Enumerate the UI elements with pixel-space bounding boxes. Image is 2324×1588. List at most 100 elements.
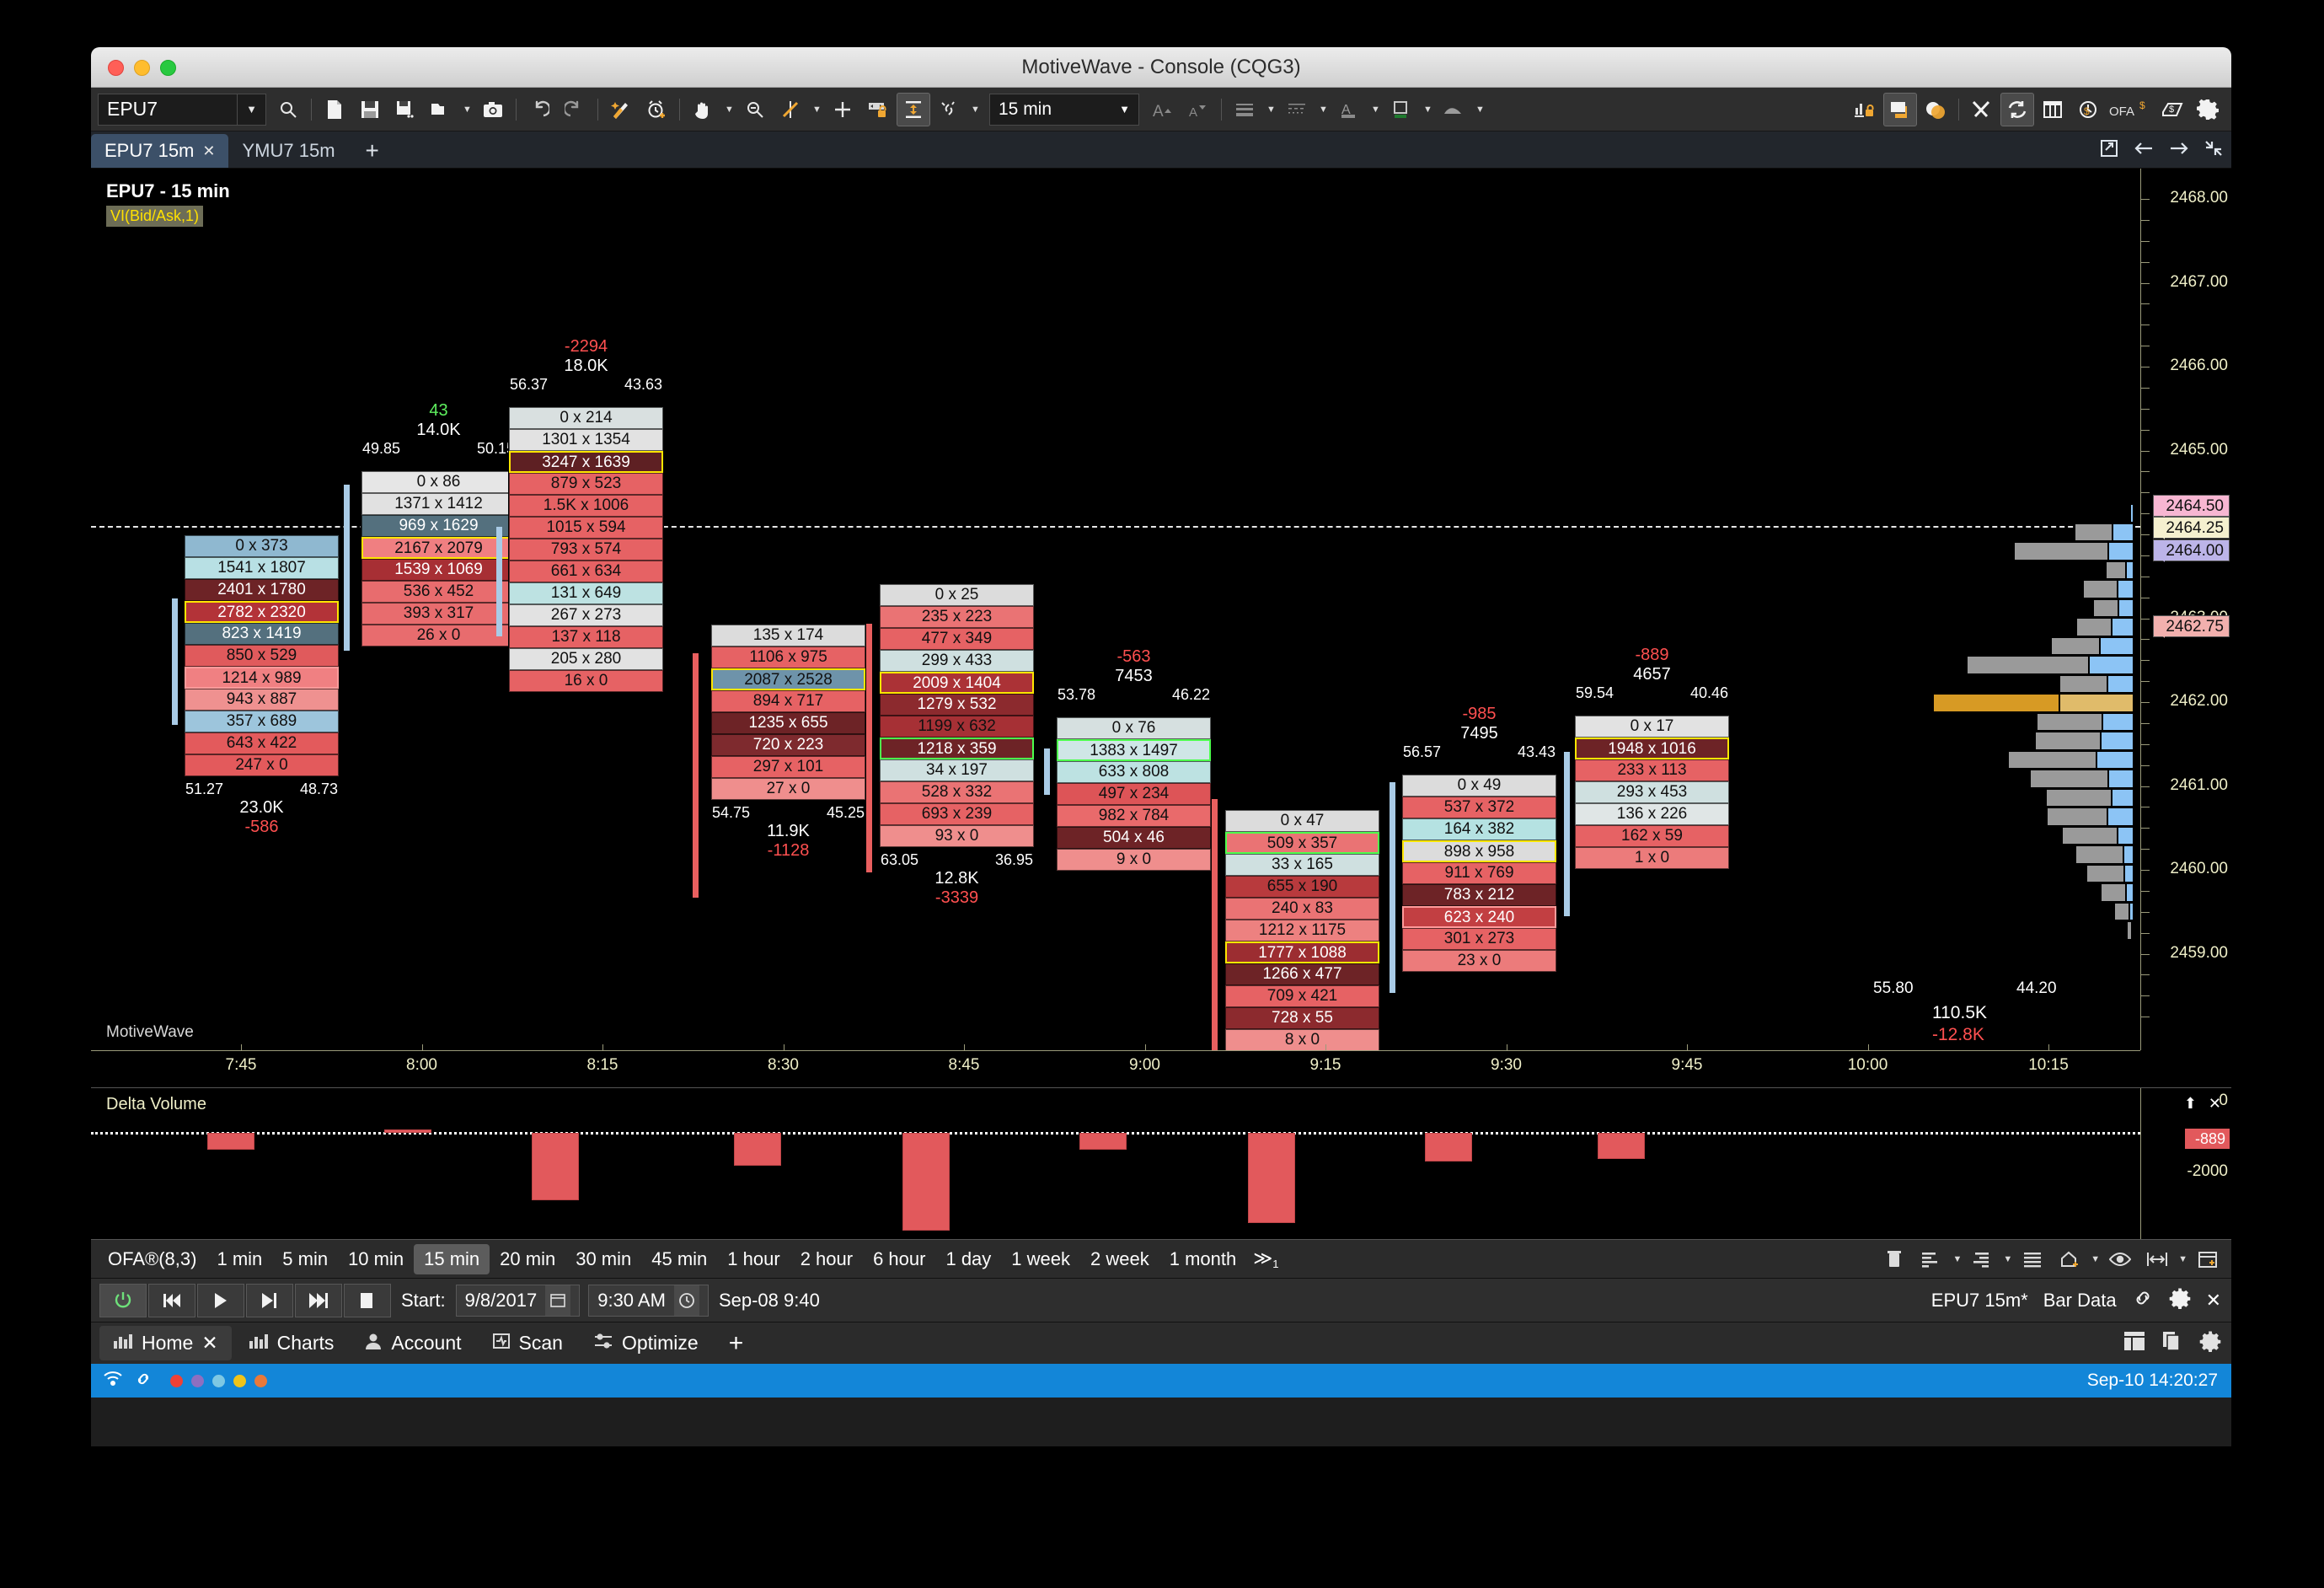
lock-study-icon[interactable] [1848,93,1882,126]
app-tab-charts[interactable]: Charts [235,1326,348,1360]
start-time-value[interactable]: 9:30 AM [597,1290,666,1312]
footprint-cell[interactable]: 34 x 197 [880,759,1034,781]
status-indicator-dot[interactable] [191,1374,204,1387]
timeframe-option-1-min[interactable]: 1 min [206,1244,272,1274]
camera-icon[interactable] [476,93,510,126]
power-button[interactable] [99,1283,147,1317]
ofa-icon[interactable]: OFA $ [2107,93,2154,126]
gear-icon[interactable] [2169,1287,2191,1314]
align-right-icon[interactable] [1965,1242,1999,1276]
chevron-down-icon[interactable]: ▼ [1952,1254,1962,1264]
step-forward-button[interactable] [246,1283,293,1317]
timeframe-option-1-day[interactable]: 1 day [935,1244,1001,1274]
footprint-cell[interactable]: 1541 x 1807 [185,557,339,579]
add-tab-button[interactable]: + [349,134,396,168]
footprint-cell[interactable]: 9 x 0 [1057,849,1211,871]
footprint-cell[interactable]: 393 x 317 [361,603,516,625]
calendar-icon[interactable] [545,1285,571,1316]
chart-plot-area[interactable]: EPU7 - 15 min VI(Bid/Ask,1) MotiveWave 5… [91,169,2140,1050]
layout-icon[interactable] [2123,1331,2145,1355]
footprint-cell[interactable]: 16 x 0 [509,670,663,692]
footprint-cell[interactable]: 1 x 0 [1575,847,1729,869]
footprint-cell[interactable]: 850 x 529 [185,645,339,667]
footprint-cell[interactable]: 982 x 784 [1057,805,1211,827]
columns-icon[interactable] [2036,93,2070,126]
footprint-cells[interactable]: 0 x 17 1948 x 1016 233 x 113 293 x 453 136 x… [1574,715,1730,870]
footprint-cell[interactable]: 528 x 332 [880,781,1034,803]
timeframe-option-45-min[interactable]: 45 min [641,1244,717,1274]
footprint-cell[interactable]: 709 x 421 [1225,985,1379,1007]
status-indicator-dot[interactable] [233,1374,246,1387]
footprint-cell[interactable]: 233 x 113 [1575,759,1729,781]
eye-icon[interactable] [2103,1242,2137,1276]
redo-icon[interactable] [558,93,592,126]
footprint-cell[interactable]: 301 x 273 [1402,928,1556,950]
chevron-down-icon[interactable]: ▼ [2003,1254,2012,1264]
footprint-cell[interactable]: 633 x 808 [1057,761,1211,783]
footprint-cells[interactable]: 0 x 47 509 x 357 33 x 165 655 x 190 240 x 83… [1224,809,1380,1050]
link-broken-icon[interactable] [932,93,966,126]
footprint-cell[interactable]: 240 x 83 [1225,898,1379,920]
footprint-cell[interactable]: 2401 x 1780 [185,579,339,601]
footprint-cell[interactable]: 1383 x 1497 [1057,739,1211,761]
timeframe-option-30-min[interactable]: 30 min [565,1244,641,1274]
chevron-down-icon[interactable]: ▼ [809,93,824,126]
footprint-cell[interactable]: 728 x 55 [1225,1007,1379,1029]
footprint-cells[interactable]: 0 x 86 1371 x 1412 969 x 1629 2167 x 2079 15… [361,470,517,647]
footprint-cell[interactable]: 93 x 0 [880,825,1034,847]
add-app-tab-button[interactable]: + [715,1323,758,1364]
chevron-down-icon[interactable]: ▼ [1472,93,1487,126]
arrow-left-icon[interactable] [2134,140,2154,162]
footprint-cell[interactable]: 1279 x 532 [880,694,1034,716]
footprint-cell[interactable]: 497 x 234 [1057,783,1211,805]
timeframe-selector[interactable]: 15 min ▼ [989,93,1139,126]
link-icon[interactable] [2132,1289,2154,1312]
arrow-right-icon[interactable] [2169,140,2189,162]
footprint-cell[interactable]: 0 x 25 [880,584,1034,606]
shade-icon[interactable] [1437,93,1470,126]
dash-style-icon[interactable] [1280,93,1314,126]
footprint-cell[interactable]: 2782 x 2320 [185,601,339,623]
footprint-cell[interactable]: 943 x 887 [185,689,339,711]
footprint-cell[interactable]: 693 x 239 [880,803,1034,825]
footprint-cell[interactable]: 357 x 689 [185,711,339,732]
footprint-cell[interactable]: 33 x 165 [1225,854,1379,876]
footprint-cells[interactable]: 0 x 373 1541 x 1807 2401 x 1780 2782 x 2320… [184,534,340,777]
chevron-down-icon[interactable]: ▼ [1368,93,1383,126]
footprint-cell[interactable]: 793 x 574 [509,539,663,561]
footprint-cell[interactable]: 1.5K x 1006 [509,495,663,517]
footprint-cell[interactable]: 537 x 372 [1402,797,1556,818]
detach-icon[interactable] [2100,139,2118,163]
footprint-cell[interactable]: 655 x 190 [1225,876,1379,898]
footprint-cells[interactable]: 135 x 174 1106 x 975 2087 x 2528 894 x 717 1… [710,624,866,801]
footprint-cell[interactable]: 247 x 0 [185,754,339,776]
footprint-cell[interactable]: 477 x 349 [880,628,1034,650]
price-axis[interactable]: 2468.002467.002466.002465.002464.002463.… [2140,169,2231,1050]
footprint-cell[interactable]: 1371 x 1412 [361,493,516,515]
fast-forward-button[interactable] [295,1283,342,1317]
footprint-cell[interactable]: 0 x 373 [185,535,339,557]
bar-data-label[interactable]: Bar Data [2043,1290,2117,1312]
zoom-out-icon[interactable] [738,93,772,126]
footprint-cell[interactable]: 1948 x 1016 [1575,738,1729,759]
footprint-cell[interactable]: 623 x 240 [1402,906,1556,928]
tools-icon[interactable] [1965,93,1999,126]
chevron-down-icon[interactable]: ▼ [2091,1254,2100,1264]
hand-pan-icon[interactable] [686,93,720,126]
footprint-cell[interactable]: 0 x 214 [509,407,663,429]
footprint-cell[interactable]: 911 x 769 [1402,862,1556,884]
study-label[interactable]: VI(Bid/Ask,1) [106,206,204,227]
font-increase-icon[interactable]: A [1146,93,1180,126]
footprint-cell[interactable]: 783 x 212 [1402,884,1556,906]
chevron-down-icon[interactable]: ▼ [1263,93,1278,126]
chevron-down-icon[interactable]: ▼ [1315,93,1331,126]
footprint-cell[interactable]: 894 x 717 [711,690,865,712]
footprint-cell[interactable]: 504 x 46 [1057,827,1211,849]
footprint-cell[interactable]: 235 x 223 [880,606,1034,628]
overflow-icon[interactable]: ≫ [1253,1247,1272,1269]
footprint-cell[interactable]: 2167 x 2079 [361,537,516,559]
footprint-cell[interactable]: 1301 x 1354 [509,429,663,451]
footprint-cell[interactable]: 0 x 49 [1402,775,1556,797]
start-date-field[interactable]: 9/8/2017 [455,1284,581,1317]
footprint-cell[interactable]: 162 x 59 [1575,825,1729,847]
